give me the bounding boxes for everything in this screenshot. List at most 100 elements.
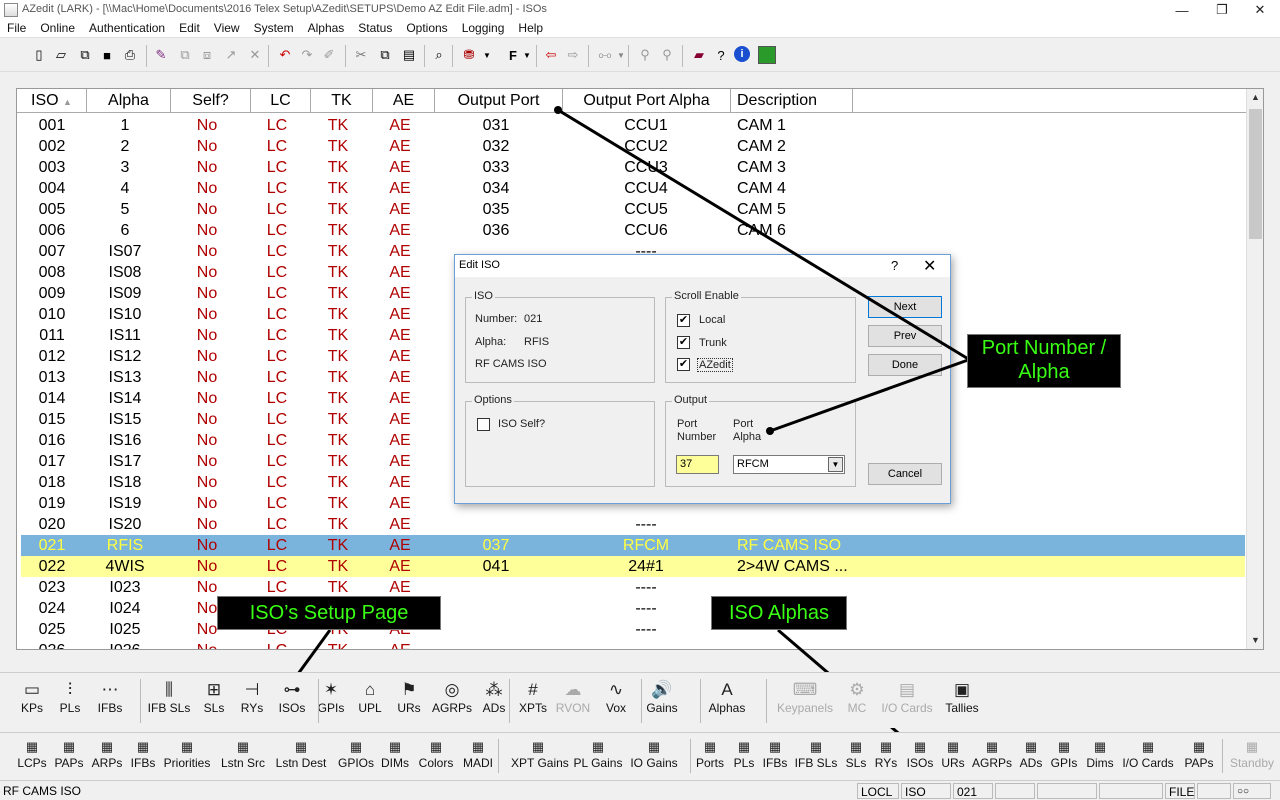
prev-button[interactable]: Prev <box>868 325 942 347</box>
toolbar2-xpt-gains-button[interactable]: ▦ XPT Gains <box>511 738 569 770</box>
redo-icon[interactable]: ↷ <box>298 46 316 64</box>
info-icon[interactable]: i <box>734 46 750 62</box>
table-row[interactable]: 022 4WIS No LC TK AE 041 24#1 2>4W CAMS ... <box>21 556 1245 577</box>
delete-icon[interactable]: ✕ <box>246 46 264 64</box>
toolbar-i-o-cards-button[interactable]: ▤ I/O Cards <box>877 679 937 715</box>
menu-alphas[interactable]: Alphas <box>301 20 352 37</box>
arrow-left-icon[interactable]: ⇦ <box>542 46 560 64</box>
cell-alpha: IS11 <box>109 327 141 344</box>
done-button[interactable]: Done <box>868 354 942 376</box>
book-icon[interactable]: ▰ <box>690 46 708 64</box>
new-file-icon[interactable]: ▯ <box>30 46 48 64</box>
maximize-button[interactable]: ❐ <box>1204 0 1240 20</box>
col-description[interactable]: Description <box>731 89 853 113</box>
azedit-checkbox[interactable]: ✔ <box>677 358 690 371</box>
toolbar2-standby-button[interactable]: ▦ Standby <box>1225 738 1279 770</box>
table-row[interactable]: 020 IS20 No LC TK AE ---- <box>21 514 1245 535</box>
menu-online[interactable]: Online <box>33 20 82 37</box>
scroll-down-icon[interactable]: ▼ <box>1247 632 1263 649</box>
menu-file[interactable]: File <box>0 20 33 37</box>
toolbar2-lstn-dest-button[interactable]: ▦ Lstn Dest <box>274 738 328 770</box>
toolbar2-io-gains-button[interactable]: ▦ IO Gains <box>627 738 681 770</box>
help-icon[interactable]: ? <box>891 258 898 273</box>
trunk-checkbox[interactable]: ✔ <box>677 336 690 349</box>
toolbar2-priorities-button[interactable]: ▦ Priorities <box>160 738 214 770</box>
undo-icon[interactable]: ↶ <box>276 46 294 64</box>
grid-icon[interactable] <box>758 46 776 64</box>
table-row[interactable]: 001 1 No LC TK AE 031 CCU1 CAM 1 <box>21 115 1245 136</box>
table-row[interactable]: 026I026NoLCTKAE <box>21 640 1245 649</box>
dialog-close-icon[interactable]: ✕ <box>923 256 936 276</box>
toolbar-tallies-button[interactable]: ▣ Tallies <box>932 679 992 715</box>
col-ae[interactable]: AE <box>373 89 435 113</box>
toolbar2-i-o-cards-button[interactable]: ▦ I/O Cards <box>1121 738 1175 770</box>
table-row[interactable]: 021 RFIS No LC TK AE 037 RFCM RF CAMS ISO <box>21 535 1245 556</box>
port-number-field[interactable]: 37 <box>676 455 719 474</box>
col-tk[interactable]: TK <box>311 89 373 113</box>
connect-icon[interactable]: ✎ <box>152 46 170 64</box>
toolbar2-dims-button[interactable]: ▦ Dims <box>1073 738 1127 770</box>
port-alpha-select[interactable]: RFCM ▼ <box>733 455 845 474</box>
toolbar2-pl-gains-button[interactable]: ▦ PL Gains <box>571 738 625 770</box>
cell-alpha: IS12 <box>108 348 142 365</box>
scroll-thumb[interactable] <box>1249 109 1262 239</box>
table-row[interactable]: 003 3 No LC TK AE 033 CCU3 CAM 3 <box>21 157 1245 178</box>
copy-icon[interactable]: ⧉ <box>176 46 194 64</box>
minimize-button[interactable]: — <box>1164 0 1200 20</box>
wand-icon[interactable]: ⚲ <box>636 46 654 64</box>
open-folder-icon[interactable]: ▱ <box>52 46 70 64</box>
menu-system[interactable]: System <box>247 20 301 37</box>
local-checkbox[interactable]: ✔ <box>677 314 690 327</box>
wand2-icon[interactable]: ⚲ <box>658 46 676 64</box>
chevron-down-icon[interactable]: ▼ <box>518 46 536 64</box>
arrow-icon[interactable]: ↗ <box>222 46 240 64</box>
cancel-button[interactable]: Cancel <box>868 463 942 485</box>
table-row[interactable]: 005 5 No LC TK AE 035 CCU5 CAM 5 <box>21 199 1245 220</box>
toolbar-label: MADI <box>463 756 493 770</box>
table-row[interactable]: 006 6 No LC TK AE 036 CCU6 CAM 6 <box>21 220 1245 241</box>
toolbar-keypanels-button[interactable]: ⌨ Keypanels <box>775 679 835 715</box>
menu-options[interactable]: Options <box>399 20 454 37</box>
print-icon[interactable]: ⎙ <box>121 46 139 64</box>
chevron-down-icon[interactable]: ▼ <box>478 46 496 64</box>
copy-doc-icon[interactable]: ⧉ <box>376 46 394 64</box>
col-lc[interactable]: LC <box>251 89 311 113</box>
table-row[interactable]: 002 2 No LC TK AE 032 CCU2 CAM 2 <box>21 136 1245 157</box>
scroll-up-icon[interactable]: ▲ <box>1247 89 1263 106</box>
chevron-down-icon[interactable]: ▼ <box>828 457 843 472</box>
next-button[interactable]: Next <box>868 296 942 318</box>
close-button[interactable]: ✕ <box>1242 0 1278 20</box>
pencil-icon[interactable]: ✐ <box>320 46 338 64</box>
col-iso[interactable]: ISO ▲ <box>17 89 87 113</box>
iso-self-checkbox[interactable] <box>477 418 490 431</box>
table-row[interactable]: 024I024NoLCTKAE---- <box>21 598 1245 619</box>
paste-icon[interactable]: ▤ <box>400 46 418 64</box>
toolbar2-lstn-src-button[interactable]: ▦ Lstn Src <box>216 738 270 770</box>
col-output-port[interactable]: Output Port <box>435 89 563 113</box>
table-row[interactable]: 025I025NoLCTKAE---- <box>21 619 1245 640</box>
menu-logging[interactable]: Logging <box>455 20 512 37</box>
menu-help[interactable]: Help <box>511 20 550 37</box>
menu-authentication[interactable]: Authentication <box>82 20 172 37</box>
toolbar2-madi-button[interactable]: ▦ MADI <box>451 738 505 770</box>
table-row[interactable]: 004 4 No LC TK AE 034 CCU4 CAM 4 <box>21 178 1245 199</box>
cut-icon[interactable]: ✂ <box>352 46 370 64</box>
help-cursor-icon[interactable]: ? <box>712 46 730 64</box>
search-icon[interactable]: ⌕ <box>430 46 448 64</box>
filter-icon[interactable]: ⛃ <box>460 46 478 64</box>
menu-view[interactable]: View <box>207 20 247 37</box>
col-alpha[interactable]: Alpha <box>87 89 171 113</box>
menu-edit[interactable]: Edit <box>172 20 207 37</box>
copy-file-icon[interactable]: ⧉ <box>76 46 94 64</box>
arrow-right-icon[interactable]: ⇨ <box>564 46 582 64</box>
menu-status[interactable]: Status <box>351 20 399 37</box>
toolbar2-paps-button[interactable]: ▦ PAPs <box>1172 738 1226 770</box>
toolbar-ifbs-button[interactable]: ⋯ IFBs <box>80 679 140 715</box>
vertical-scrollbar[interactable]: ▲ ▼ <box>1246 89 1263 649</box>
table-row[interactable]: 023 I023 No LC TK AE ---- <box>21 577 1245 598</box>
col-self[interactable]: Self? <box>171 89 251 113</box>
paste-special-icon[interactable]: ⧈ <box>198 46 216 64</box>
toolbar-alphas-button[interactable]: A Alphas <box>697 679 757 715</box>
col-output-port-alpha[interactable]: Output Port Alpha <box>563 89 731 113</box>
save-icon[interactable]: ■ <box>98 46 116 64</box>
